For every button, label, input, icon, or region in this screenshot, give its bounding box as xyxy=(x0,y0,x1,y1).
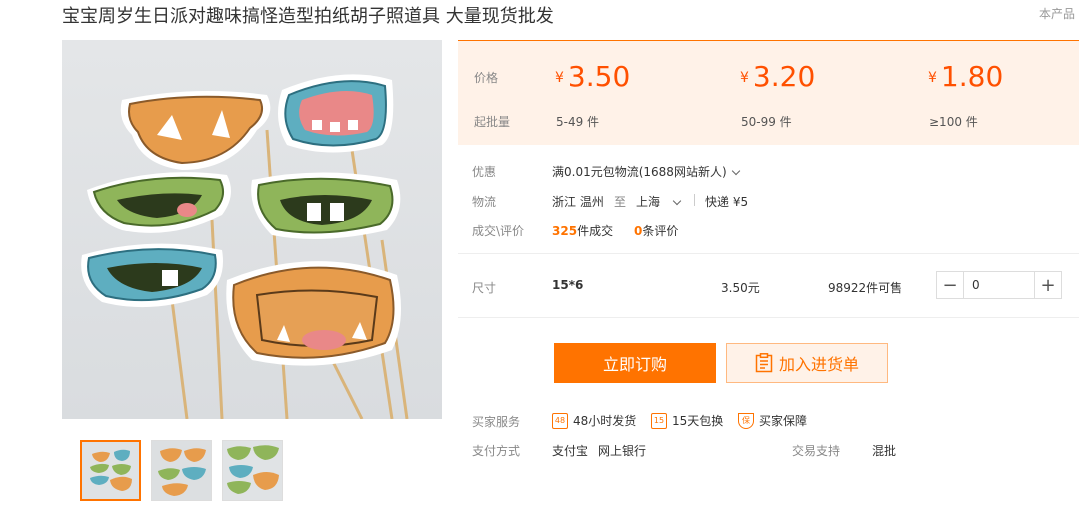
thumbnail-1[interactable] xyxy=(80,440,141,501)
corner-text[interactable]: 本产品 xyxy=(1039,5,1075,22)
promotion-label: 优惠 xyxy=(472,165,497,179)
currency-symbol: ¥ xyxy=(928,70,937,86)
sku-stock: 98922件可售 xyxy=(828,281,903,295)
payment-alipay: 支付宝 xyxy=(552,444,589,458)
price-tier-3: ¥1.80 xyxy=(928,60,1003,93)
sku-price: 3.50元 xyxy=(721,281,760,295)
thumbnail-strip xyxy=(80,440,283,501)
payment-online-bank: 网上银行 xyxy=(598,444,647,458)
moq-tier-3: ≥100 件 xyxy=(929,115,978,129)
add-to-cart-label: 加入进货单 xyxy=(778,355,859,374)
sold-count: 325 xyxy=(552,224,578,238)
price-label: 价格 xyxy=(474,71,499,85)
service-48h[interactable]: 48 48小时发货 xyxy=(552,412,636,429)
price-tier-2: ¥3.20 xyxy=(740,60,815,93)
trade-support-value: 混批 xyxy=(872,444,897,458)
moq-tier-1: 5-49 件 xyxy=(556,115,600,129)
promotion-value: 满0.01元包物流(1688网站新人) xyxy=(552,165,727,179)
promotion-dropdown[interactable]: 满0.01元包物流(1688网站新人) xyxy=(552,163,740,180)
price-value: 3.20 xyxy=(752,60,816,93)
review-text: 条评价 xyxy=(642,224,679,238)
buyer-protection-icon: 保 xyxy=(738,412,754,429)
trade-support-label: 交易支持 xyxy=(792,444,841,458)
logistics-from: 浙江 温州 xyxy=(552,195,604,209)
chevron-down-icon xyxy=(731,166,740,176)
plus-icon[interactable]: + xyxy=(1034,272,1061,298)
moq-tier-2: 50-99 件 xyxy=(741,115,792,129)
price-value: 1.80 xyxy=(940,60,1004,93)
destination-dropdown[interactable]: 上海 xyxy=(636,193,682,210)
cart-list-icon xyxy=(755,353,773,373)
logistics-label: 物流 xyxy=(472,195,497,209)
divider xyxy=(458,253,1079,254)
shipping-48h-icon: 48 xyxy=(552,412,568,429)
thumbnail-2[interactable] xyxy=(151,440,212,501)
chevron-down-icon xyxy=(672,196,682,206)
deals-sold[interactable]: 325件成交 xyxy=(552,222,613,239)
moq-label: 起批量 xyxy=(474,115,511,129)
currency-symbol: ¥ xyxy=(555,70,564,86)
price-tier-1: ¥3.50 xyxy=(555,60,630,93)
sku-label: 尺寸 xyxy=(472,281,497,295)
minus-icon[interactable]: − xyxy=(937,272,964,298)
product-title: 宝宝周岁生日派对趣味搞怪造型拍纸胡子照道具 大量现货批发 xyxy=(62,6,554,27)
currency-symbol: ¥ xyxy=(740,70,749,86)
services-label: 买家服务 xyxy=(472,415,521,429)
service-text: 48小时发货 xyxy=(573,414,637,428)
price-value: 3.50 xyxy=(567,60,631,93)
divider xyxy=(694,194,695,206)
price-box: 价格 起批量 ¥3.50 ¥3.20 ¥1.80 5-49 件 50-99 件 … xyxy=(458,40,1079,145)
logistics-to-word: 至 xyxy=(614,195,627,209)
add-to-cart-button[interactable]: 加入进货单 xyxy=(726,343,888,383)
service-15d[interactable]: 15 15天包换 xyxy=(651,412,723,429)
service-protection[interactable]: 保 买家保障 xyxy=(738,412,807,429)
express-fee: 快递 ¥5 xyxy=(705,195,749,209)
destination-value: 上海 xyxy=(636,195,661,209)
payment-label: 支付方式 xyxy=(472,444,521,458)
service-text: 15天包换 xyxy=(672,414,724,428)
service-text: 买家保障 xyxy=(759,414,808,428)
sku-name: 15*6 xyxy=(552,278,584,292)
quantity-input[interactable] xyxy=(964,272,1034,298)
main-product-image[interactable] xyxy=(62,40,442,419)
buy-now-button[interactable]: 立即订购 xyxy=(554,343,716,383)
deals-reviews[interactable]: 0条评价 xyxy=(634,222,678,239)
quantity-stepper: − + xyxy=(936,271,1062,299)
sold-text: 件成交 xyxy=(577,224,614,238)
thumbnail-3[interactable] xyxy=(222,440,283,501)
exchange-15d-icon: 15 xyxy=(651,412,667,429)
deals-label: 成交\评价 xyxy=(472,224,525,238)
divider xyxy=(458,317,1079,318)
